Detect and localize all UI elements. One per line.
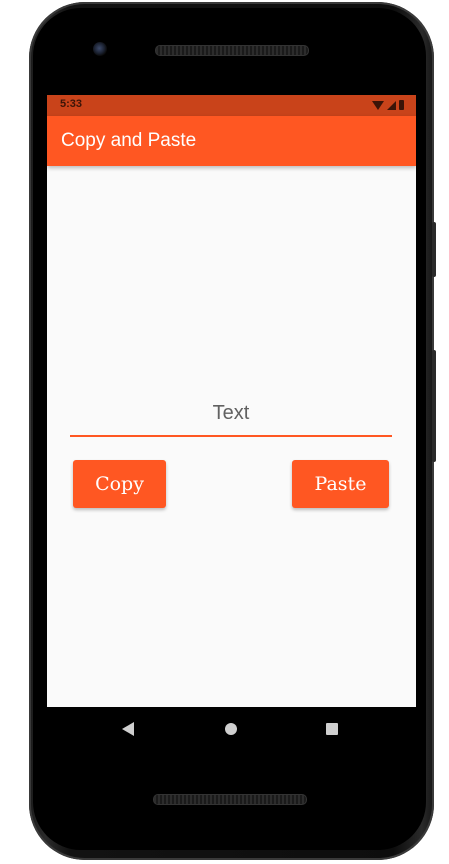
wifi-icon — [372, 101, 384, 110]
navigation-bar — [47, 707, 416, 751]
back-icon[interactable] — [122, 722, 134, 736]
top-speaker — [155, 45, 309, 56]
power-button — [432, 222, 436, 277]
text-input[interactable] — [70, 393, 392, 437]
paste-button[interactable]: Paste — [292, 460, 389, 508]
recents-icon[interactable] — [326, 723, 338, 735]
status-time: 5:33 — [60, 98, 83, 110]
volume-button — [432, 350, 436, 462]
battery-icon — [399, 100, 404, 110]
screen: 5:33 Copy and Paste Copy Paste — [47, 95, 416, 707]
copy-button[interactable]: Copy — [73, 460, 166, 508]
bottom-speaker — [153, 794, 307, 805]
status-bar: 5:33 — [47, 95, 416, 116]
app-bar: Copy and Paste — [47, 116, 416, 166]
app-title: Copy and Paste — [61, 130, 197, 151]
status-icons — [372, 100, 404, 110]
signal-icon — [387, 101, 396, 110]
front-camera-icon — [93, 42, 107, 56]
home-icon[interactable] — [225, 723, 237, 735]
